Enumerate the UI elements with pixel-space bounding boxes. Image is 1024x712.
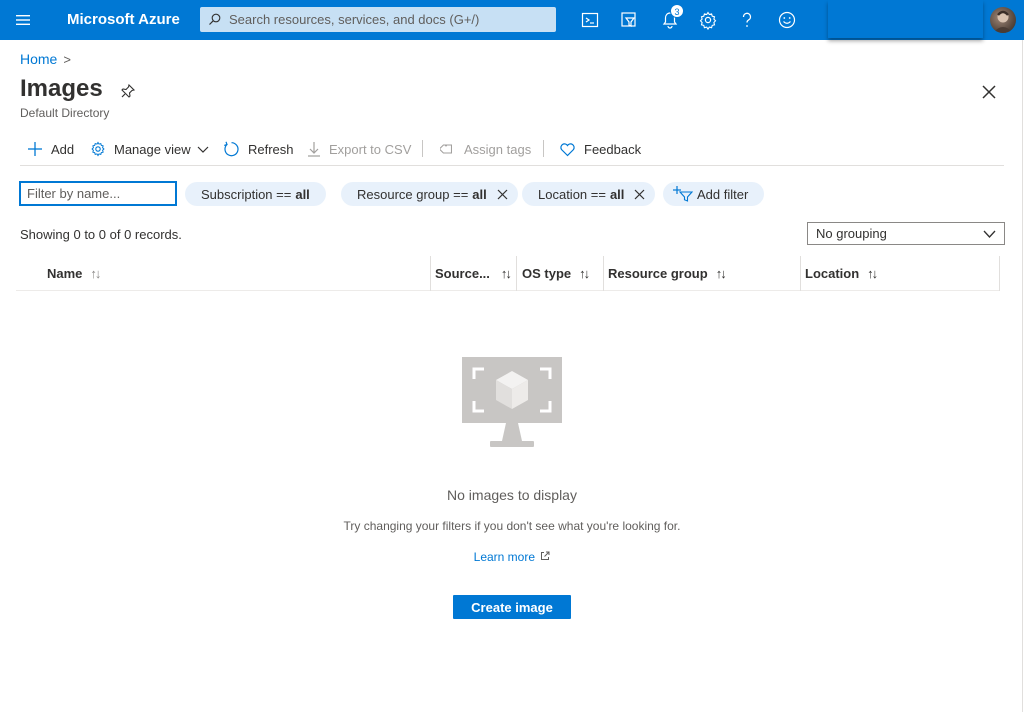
subscription-filter-pill[interactable]: Subscription == all xyxy=(185,182,326,206)
column-divider[interactable] xyxy=(516,256,517,291)
breadcrumb: Home > xyxy=(20,51,71,67)
search-input[interactable] xyxy=(229,10,549,29)
empty-state-title: No images to display xyxy=(447,487,577,503)
chevron-down-icon xyxy=(197,146,209,153)
export-csv-button[interactable]: Export to CSV xyxy=(307,138,411,160)
add-button[interactable]: Add xyxy=(27,138,74,160)
chevron-right-icon: > xyxy=(63,52,71,67)
refresh-icon xyxy=(224,141,239,156)
location-filter-value: all xyxy=(609,186,625,202)
sort-icon: ↑↓ xyxy=(500,266,512,281)
heart-icon xyxy=(560,142,575,156)
plus-icon xyxy=(28,142,42,156)
column-header-label: OS type xyxy=(522,266,572,281)
refresh-button[interactable]: Refresh xyxy=(223,138,294,160)
filter-by-name-input[interactable] xyxy=(19,181,177,206)
column-header-label: Resource group xyxy=(608,266,708,281)
export-csv-label: Export to CSV xyxy=(329,141,412,157)
records-count: Showing 0 to 0 of 0 records. xyxy=(20,227,182,242)
close-icon[interactable] xyxy=(981,84,997,100)
column-header-label: Name xyxy=(47,266,83,281)
vm-image-monitor-icon xyxy=(462,357,562,447)
remove-filter-icon[interactable] xyxy=(634,189,645,200)
manage-view-button[interactable]: Manage view xyxy=(90,138,209,160)
manage-view-label: Manage view xyxy=(114,141,191,157)
add-filter-icon xyxy=(673,186,693,202)
page-title: Images xyxy=(20,75,103,102)
resource-group-filter-value: all xyxy=(472,186,487,202)
settings-gear-icon[interactable] xyxy=(698,10,718,30)
location-filter-pill[interactable]: Location == all xyxy=(522,182,656,206)
feedback-button[interactable]: Feedback xyxy=(559,138,641,160)
top-bar: Microsoft Azure 3 xyxy=(0,0,1024,40)
column-header-resource-group[interactable]: Resource group ↑↓ xyxy=(608,256,727,291)
column-header-source[interactable]: Source... ↑↓ xyxy=(435,256,512,291)
global-search[interactable] xyxy=(200,7,556,32)
blade-right-border xyxy=(1022,40,1023,712)
resource-group-filter-label: Resource group == xyxy=(357,186,469,202)
notification-count-badge: 3 xyxy=(670,4,684,18)
remove-filter-icon[interactable] xyxy=(497,189,508,200)
breadcrumb-home-link[interactable]: Home xyxy=(20,51,57,67)
toolbar-divider xyxy=(422,140,423,157)
toolbar-divider xyxy=(543,140,544,157)
grouping-dropdown[interactable]: No grouping xyxy=(807,222,1005,245)
location-filter-label: Location == xyxy=(538,186,606,202)
add-filter-label: Add filter xyxy=(697,186,749,202)
gear-icon xyxy=(91,141,105,157)
tag-icon xyxy=(440,144,452,154)
account-panel[interactable] xyxy=(828,0,983,38)
cloud-shell-icon[interactable] xyxy=(580,10,600,30)
column-divider[interactable] xyxy=(430,256,431,291)
resource-group-filter-pill[interactable]: Resource group == all xyxy=(341,182,518,206)
feedback-smiley-icon[interactable] xyxy=(777,10,797,30)
pin-icon[interactable] xyxy=(120,83,136,99)
help-question-icon[interactable] xyxy=(737,10,757,30)
search-icon xyxy=(209,13,221,25)
empty-state-message: Try changing your filters if you don't s… xyxy=(343,519,681,533)
column-header-os-type[interactable]: OS type ↑↓ xyxy=(522,256,590,291)
sort-icon: ↑↓ xyxy=(867,266,878,281)
feedback-label: Feedback xyxy=(584,141,642,157)
column-header-label: Source... xyxy=(435,266,490,281)
learn-more-link[interactable]: Learn more xyxy=(0,550,1024,564)
column-header-label: Location xyxy=(805,266,860,281)
sort-icon: ↑↓ xyxy=(579,266,590,281)
subscription-filter-label: Subscription == xyxy=(201,186,292,202)
page-subtitle: Default Directory xyxy=(20,106,110,120)
chevron-down-icon xyxy=(983,230,996,238)
add-button-label: Add xyxy=(51,141,75,157)
directory-filter-icon[interactable] xyxy=(619,10,639,30)
column-header-name[interactable]: Name ↑↓ xyxy=(47,256,101,291)
user-avatar[interactable] xyxy=(990,7,1016,33)
assign-tags-label: Assign tags xyxy=(464,141,532,157)
avatar-photo-icon xyxy=(993,10,1013,33)
column-header-location[interactable]: Location ↑↓ xyxy=(805,256,878,291)
column-divider[interactable] xyxy=(603,256,604,291)
refresh-label: Refresh xyxy=(248,141,294,157)
create-image-button[interactable]: Create image xyxy=(453,595,571,619)
sort-icon: ↑↓ xyxy=(715,266,727,281)
hamburger-menu-icon[interactable] xyxy=(14,12,32,28)
toolbar-divider-line xyxy=(20,165,1004,166)
learn-more-label: Learn more xyxy=(473,550,536,564)
sort-icon: ↑↓ xyxy=(90,266,101,281)
subscription-filter-value: all xyxy=(295,186,310,202)
assign-tags-button[interactable]: Assign tags xyxy=(440,138,531,160)
add-filter-button[interactable]: Add filter xyxy=(663,182,765,206)
column-divider[interactable] xyxy=(999,256,1000,291)
download-icon xyxy=(308,142,320,157)
grouping-selected-value: No grouping xyxy=(816,226,887,241)
brand-title[interactable]: Microsoft Azure xyxy=(67,11,180,28)
table-header: Name ↑↓ Source... ↑↓ OS type ↑↓ Resource gr… xyxy=(16,256,1000,291)
external-link-icon xyxy=(541,551,550,560)
column-divider[interactable] xyxy=(800,256,801,291)
